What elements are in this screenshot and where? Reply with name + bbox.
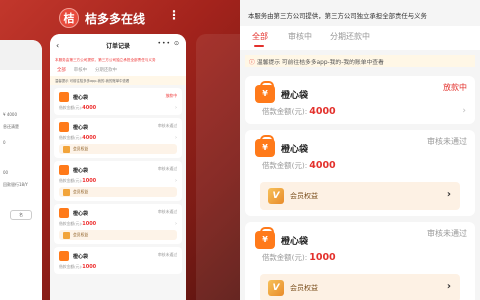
preview-order-amount: 借款金额(元):4000: [59, 135, 97, 141]
previous-app-button: 名: [10, 210, 32, 220]
vip-benefits-label: 会员权益: [290, 284, 318, 292]
preview-order-name: 橙心袋: [73, 124, 89, 131]
vip-badge-icon: V: [268, 188, 284, 204]
money-bag-icon: [255, 227, 275, 249]
preview-order-item: 橙心袋 审核未通过 借款金额(元):4000 › 会员权益: [54, 118, 182, 158]
chevron-right-icon: ›: [175, 178, 177, 184]
money-bag-icon: [255, 81, 275, 103]
money-bag-icon: [59, 251, 69, 261]
money-bag-icon: [59, 122, 69, 132]
order-records-page: 本服务由第三方公司提供，第三方公司独立承担全部责任与义务 全部 审核中 分期还款…: [240, 0, 480, 300]
order-status: 审核未通过: [427, 137, 467, 146]
vip-badge-icon: [63, 145, 70, 153]
preview-order-status: 放款中: [165, 93, 177, 98]
vip-badge-icon: [63, 231, 70, 239]
more-options-icon[interactable]: ⋮: [168, 8, 180, 22]
amount-label: 借款金额(元):: [262, 161, 308, 170]
order-status: 审核未通过: [427, 229, 467, 238]
previous-app-card[interactable]: ¥ 4000 息还清楚 0 00 回款银行18/Y 名: [0, 40, 42, 300]
vip-badge-icon: [63, 188, 70, 196]
order-status: 放款中: [443, 83, 467, 92]
order-product-name: 橙心袋: [281, 91, 309, 101]
preview-order-status: 审核未通过: [158, 166, 177, 171]
chevron-right-icon: ›: [175, 135, 177, 141]
preview-order-item: 橙心袋 审核未通过 借款金额(元):1000: [54, 247, 182, 274]
chevron-right-icon: ›: [446, 189, 451, 200]
order-card[interactable]: 橙心袋 放款中 借款金额(元):4000 ›: [245, 76, 475, 124]
app-logo-icon[interactable]: 桔: [59, 8, 79, 28]
order-product-name: 橙心袋: [281, 145, 309, 155]
chevron-right-icon: ›: [175, 221, 177, 227]
tab-all[interactable]: 全部: [252, 31, 268, 42]
app-name: 桔多多在线: [85, 11, 146, 26]
preview-order-amount: 借款金额(元):1000: [59, 264, 97, 270]
preview-order-item: 橙心袋 放款中 借款金额(元):4000 ›: [54, 88, 182, 115]
app-switcher: ¥ 4000 息还清楚 0 00 回款银行18/Y 名 桔 桔多多在线 ⋮ ‹ …: [0, 0, 240, 300]
amount-label: 借款金额(元):: [262, 253, 308, 262]
chevron-right-icon: ›: [462, 106, 466, 116]
preview-vip-row: 会员权益: [59, 144, 177, 154]
preview-order-status: 审核未通过: [158, 123, 177, 128]
info-icon: ⓘ: [249, 60, 255, 66]
preview-order-name: 橙心袋: [73, 253, 89, 260]
amount-value: 4000: [309, 160, 336, 171]
preview-tip: 温馨提示 可前往桔多多app-我的-我的账单中查看: [50, 76, 186, 85]
amount-label: 借款金额(元):: [262, 107, 308, 116]
next-app-card[interactable]: [196, 34, 240, 300]
money-bag-icon: [255, 135, 275, 157]
previous-app-text: ¥ 4000: [3, 112, 17, 117]
preview-tab-reviewing: 审核中: [73, 68, 87, 73]
vip-badge-icon: V: [268, 280, 284, 296]
preview-notice: 本服务由第三方公司提供，第三方公司独立承担全部责任与义务: [50, 56, 186, 65]
vip-benefits-label: 会员权益: [290, 192, 318, 200]
app-switcher-header: 桔 桔多多在线: [59, 8, 145, 28]
app-preview-card[interactable]: ‹ 订单记录 ••• ⊙ 本服务由第三方公司提供，第三方公司独立承担全部责任与义…: [50, 34, 186, 300]
preview-order-amount: 借款金额(元):1000: [59, 178, 97, 184]
previous-app-text: 息还清楚: [3, 124, 19, 129]
preview-order-amount: 借款金额(元):4000: [59, 105, 97, 111]
money-bag-icon: [59, 92, 69, 102]
tab-installment[interactable]: 分期还款中: [330, 31, 370, 42]
preview-tab-all: 全部: [57, 68, 66, 73]
service-notice: 本服务由第三方公司提供，第三方公司独立承担全部责任与义务: [248, 12, 427, 20]
preview-capsule-icon: ••• ⊙: [157, 40, 180, 47]
order-card[interactable]: 橙心袋 审核未通过 借款金额(元):4000 V 会员权益 ›: [245, 130, 475, 216]
tip-text: 温馨提示 可前往桔多多app-我的-我的账单中查看: [256, 60, 384, 66]
preview-vip-row: 会员权益: [59, 187, 177, 197]
tab-reviewing[interactable]: 审核中: [288, 31, 312, 42]
chevron-right-icon: ›: [175, 105, 177, 111]
vip-benefits-row[interactable]: V 会员权益 ›: [260, 274, 460, 300]
preview-order-item: 橙心袋 审核未通过 借款金额(元):1000 › 会员权益: [54, 204, 182, 244]
chevron-right-icon: ›: [446, 281, 451, 292]
previous-app-text: 0: [3, 140, 6, 145]
preview-order-name: 橙心袋: [73, 167, 89, 174]
previous-app-text: 回款银行18/Y: [3, 182, 28, 187]
preview-nav-bar: ‹ 订单记录 ••• ⊙: [50, 34, 186, 56]
preview-order-item: 橙心袋 审核未通过 借款金额(元):1000 › 会员权益: [54, 161, 182, 201]
active-tab-indicator: [254, 45, 264, 47]
amount-value: 1000: [309, 252, 336, 263]
order-product-name: 橙心袋: [281, 237, 309, 247]
preview-order-status: 审核未通过: [158, 252, 177, 257]
vip-benefits-row[interactable]: V 会员权益 ›: [260, 182, 460, 210]
amount-value: 4000: [309, 106, 336, 117]
preview-order-name: 橙心袋: [73, 210, 89, 217]
preview-order-name: 橙心袋: [73, 94, 89, 101]
order-card[interactable]: 橙心袋 审核未通过 借款金额(元):1000 V 会员权益 ›: [245, 222, 475, 300]
money-bag-icon: [59, 165, 69, 175]
previous-app-text: 00: [3, 170, 9, 175]
preview-tab-installment: 分期还款中: [94, 68, 117, 73]
preview-vip-row: 会员权益: [59, 230, 177, 240]
preview-order-amount: 借款金额(元):1000: [59, 221, 97, 227]
order-amount: 借款金额(元): 4000: [262, 160, 336, 171]
preview-tabs: 全部 审核中 分期还款中: [50, 65, 186, 76]
tip-banner: ⓘ 温馨提示 可前往桔多多app-我的-我的账单中查看: [245, 55, 475, 67]
status-tabs: 全部 审核中 分期还款中: [240, 26, 480, 50]
preview-order-status: 审核未通过: [158, 209, 177, 214]
money-bag-icon: [59, 208, 69, 218]
order-amount: 借款金额(元): 1000: [262, 252, 336, 263]
order-amount: 借款金额(元): 4000: [262, 106, 336, 117]
previous-app-header: [0, 40, 42, 70]
